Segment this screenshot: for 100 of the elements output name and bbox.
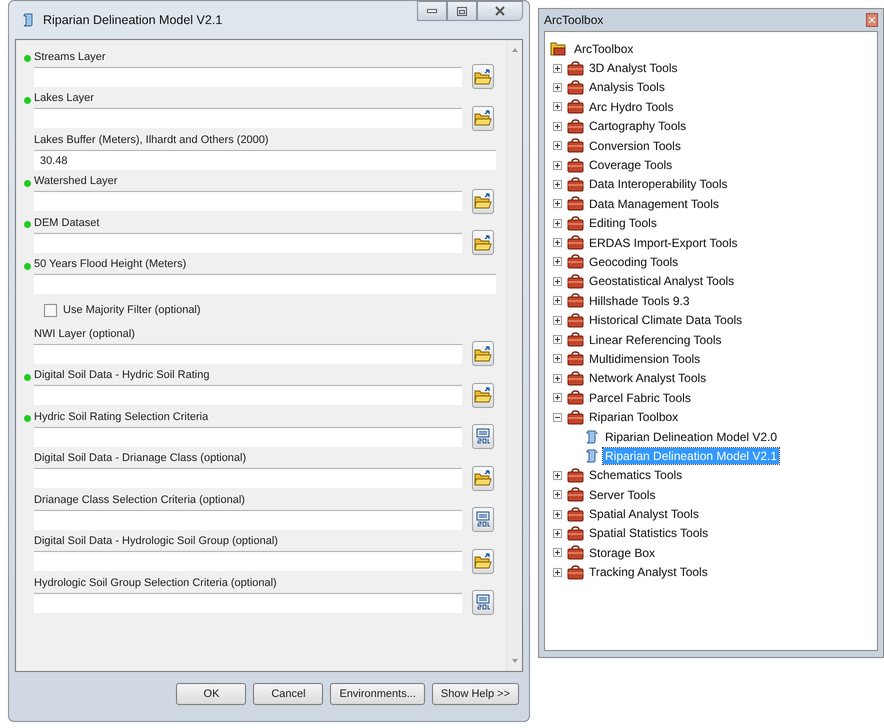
parameter-label: Lakes Layer: [34, 92, 94, 104]
tree-item[interactable]: Riparian Delineation Model V2.0: [603, 428, 780, 444]
tree-item[interactable]: Hillshade Tools 9.3: [587, 292, 692, 309]
dialog-button[interactable]: OK: [176, 682, 246, 704]
toolbox-icon: [567, 99, 584, 114]
tree-item[interactable]: Conversion Tools: [587, 138, 683, 154]
toolbox-icon: [567, 487, 584, 502]
tree-item[interactable]: Spatial Analyst Tools: [587, 506, 701, 522]
expand-icon[interactable]: [553, 548, 562, 558]
expand-icon[interactable]: [553, 316, 562, 325]
browse-button[interactable]: [472, 341, 494, 366]
tree-item[interactable]: Riparian Toolbox: [587, 409, 680, 426]
expand-icon[interactable]: [553, 160, 562, 170]
expand-icon[interactable]: [553, 528, 562, 538]
toolbox-icon: [567, 235, 584, 250]
expand-icon[interactable]: [553, 568, 562, 577]
tree-item[interactable]: Storage Box: [587, 544, 658, 561]
folder-icon: [474, 110, 492, 126]
input-field[interactable]: 30.48: [34, 150, 496, 170]
expand-icon[interactable]: [553, 470, 562, 480]
toolbox-icon: [567, 332, 584, 348]
sql-button[interactable]: [472, 590, 494, 615]
tree-item[interactable]: Editing Tools: [587, 215, 659, 232]
expand-icon[interactable]: [553, 354, 562, 364]
sql-button[interactable]: [472, 424, 494, 449]
tree-item[interactable]: ArcToolbox: [572, 40, 636, 57]
expand-icon[interactable]: [553, 393, 562, 402]
toolbox-icon: [567, 80, 584, 95]
dialog-button[interactable]: Cancel: [253, 682, 324, 704]
expand-icon[interactable]: [553, 238, 562, 248]
browse-button[interactable]: [472, 466, 494, 490]
tree-item[interactable]: Arc Hydro Tools: [587, 98, 676, 115]
expand-icon[interactable]: [553, 296, 562, 306]
tree-item[interactable]: Analysis Tools: [587, 79, 667, 96]
tree-item[interactable]: Data Management Tools: [587, 196, 721, 212]
sql-icon: [475, 511, 491, 528]
tree-item[interactable]: Coverage Tools: [587, 157, 674, 174]
tree-item[interactable]: Schematics Tools: [587, 467, 684, 484]
collapse-icon[interactable]: [553, 412, 562, 422]
expand-icon[interactable]: [553, 180, 562, 189]
close-icon: [869, 17, 875, 23]
expand-icon[interactable]: [553, 82, 562, 92]
tree-item[interactable]: Spatial Statistics Tools: [587, 525, 710, 542]
tree-item[interactable]: ERDAS Import-Export Tools: [587, 234, 740, 251]
browse-button[interactable]: [472, 230, 494, 255]
parameter-label: NWI Layer (optional): [34, 328, 135, 340]
tree-item[interactable]: Historical Climate Data Tools: [587, 312, 744, 328]
tree-item[interactable]: Network Analyst Tools: [587, 370, 708, 386]
expand-icon[interactable]: [553, 218, 562, 228]
expand-icon[interactable]: [553, 276, 562, 286]
browse-button[interactable]: [472, 548, 494, 574]
tree-item[interactable]: 3D Analyst Tools: [587, 60, 680, 76]
browse-button[interactable]: [472, 64, 494, 89]
tree-item[interactable]: Server Tools: [587, 486, 658, 503]
input-field[interactable]: [34, 510, 462, 530]
expand-icon[interactable]: [553, 102, 562, 112]
expand-icon[interactable]: [553, 374, 562, 383]
sql-icon: [475, 594, 491, 611]
input-field[interactable]: [34, 426, 462, 446]
toolbox-icon: [567, 158, 584, 173]
parameter-label: Hydrologic Soil Group Selection Criteria (optional): [34, 576, 277, 588]
dialog-button[interactable]: Environments...: [330, 682, 425, 704]
maximize-button[interactable]: [447, 1, 477, 21]
expand-icon[interactable]: [553, 141, 562, 150]
input-field[interactable]: [34, 592, 462, 612]
browse-button[interactable]: [472, 188, 494, 214]
close-button[interactable]: [477, 1, 523, 21]
input-field[interactable]: [34, 385, 462, 405]
input-field[interactable]: [34, 191, 462, 211]
browse-button[interactable]: [472, 106, 494, 130]
input-field[interactable]: [34, 274, 496, 294]
minimize-button[interactable]: [417, 1, 447, 21]
tree-item[interactable]: Geostatistical Analyst Tools: [587, 273, 736, 290]
dialog-button[interactable]: Show Help >>: [432, 682, 519, 704]
sql-button[interactable]: [472, 507, 494, 532]
folder-icon: [474, 234, 492, 250]
tree-item[interactable]: Data Interoperability Tools: [587, 176, 730, 192]
expand-icon[interactable]: [553, 64, 562, 73]
input-field[interactable]: [34, 551, 462, 571]
expand-icon[interactable]: [553, 199, 562, 208]
expand-icon[interactable]: [553, 335, 562, 344]
input-field[interactable]: [34, 232, 462, 252]
tree-item[interactable]: Parcel Fabric Tools: [587, 390, 693, 406]
tree-item[interactable]: Cartography Tools: [587, 118, 688, 134]
input-field[interactable]: [34, 108, 462, 128]
input-field[interactable]: [34, 66, 462, 86]
expand-icon[interactable]: [553, 510, 562, 519]
browse-button[interactable]: [472, 382, 494, 408]
tree-item[interactable]: Linear Referencing Tools: [587, 332, 724, 348]
input-field[interactable]: [34, 468, 462, 488]
expand-icon[interactable]: [553, 122, 562, 131]
expand-icon[interactable]: [553, 490, 562, 500]
toolbox-icon: [567, 370, 584, 386]
close-button[interactable]: [866, 13, 878, 27]
checkbox[interactable]: [44, 304, 57, 316]
expand-icon[interactable]: [553, 257, 562, 266]
tree-item[interactable]: Geocoding Tools: [587, 254, 680, 270]
input-field[interactable]: [34, 344, 462, 364]
tree-item[interactable]: Multidimension Tools: [587, 350, 702, 367]
tree-item[interactable]: Tracking Analyst Tools: [587, 564, 710, 580]
